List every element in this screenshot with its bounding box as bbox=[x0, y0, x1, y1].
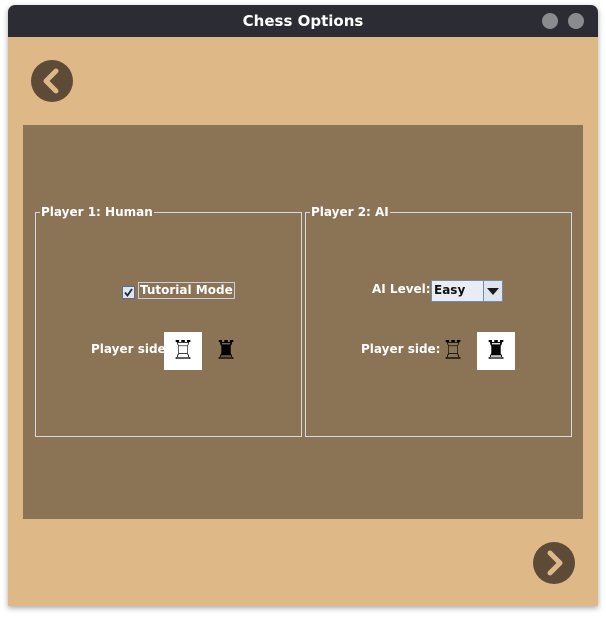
player1-group-title: Player 1: Human bbox=[40, 204, 154, 220]
player2-side-label: Player side: bbox=[361, 342, 441, 356]
ai-level-dropdown[interactable]: Easy bbox=[431, 280, 503, 302]
tutorial-mode-checkbox[interactable] bbox=[122, 286, 135, 299]
tutorial-mode-label[interactable]: Tutorial Mode bbox=[138, 282, 235, 299]
player1-group: Player 1: Human Tutorial Mode Player sid… bbox=[35, 204, 302, 437]
black-rook-icon: ♜ bbox=[484, 336, 508, 366]
white-rook-icon: ♖ bbox=[441, 336, 465, 366]
white-rook-icon: ♖ bbox=[171, 336, 195, 366]
player2-group-title: Player 2: AI bbox=[310, 204, 390, 220]
player2-group: Player 2: AI AI Level: Easy Player side:… bbox=[305, 204, 572, 437]
player1-white-side-button[interactable]: ♖ bbox=[164, 332, 202, 370]
minimize-button[interactable] bbox=[542, 13, 558, 29]
chevron-right-icon bbox=[547, 550, 563, 576]
black-rook-icon: ♜ bbox=[214, 336, 238, 366]
dropdown-arrow-button[interactable] bbox=[483, 281, 502, 301]
back-button[interactable] bbox=[31, 60, 73, 102]
options-panel: Player 1: Human Tutorial Mode Player sid… bbox=[23, 125, 583, 519]
player1-side-label: Player side: bbox=[91, 342, 171, 356]
close-button[interactable] bbox=[568, 13, 584, 29]
player1-black-side-button[interactable]: ♜ bbox=[207, 332, 245, 370]
title-bar[interactable]: Chess Options bbox=[8, 5, 598, 37]
chess-options-window: Chess Options Player 1: Human Tutorial M… bbox=[8, 5, 598, 606]
chevron-left-icon bbox=[43, 68, 59, 94]
window-title: Chess Options bbox=[242, 12, 364, 30]
player2-white-side-button[interactable]: ♖ bbox=[434, 332, 472, 370]
ai-level-value: Easy bbox=[434, 283, 466, 297]
player2-black-side-button[interactable]: ♜ bbox=[477, 332, 515, 370]
checkmark-icon bbox=[124, 288, 133, 297]
next-button[interactable] bbox=[533, 542, 575, 584]
ai-level-label: AI Level: bbox=[372, 282, 431, 296]
chevron-down-icon bbox=[487, 288, 499, 295]
